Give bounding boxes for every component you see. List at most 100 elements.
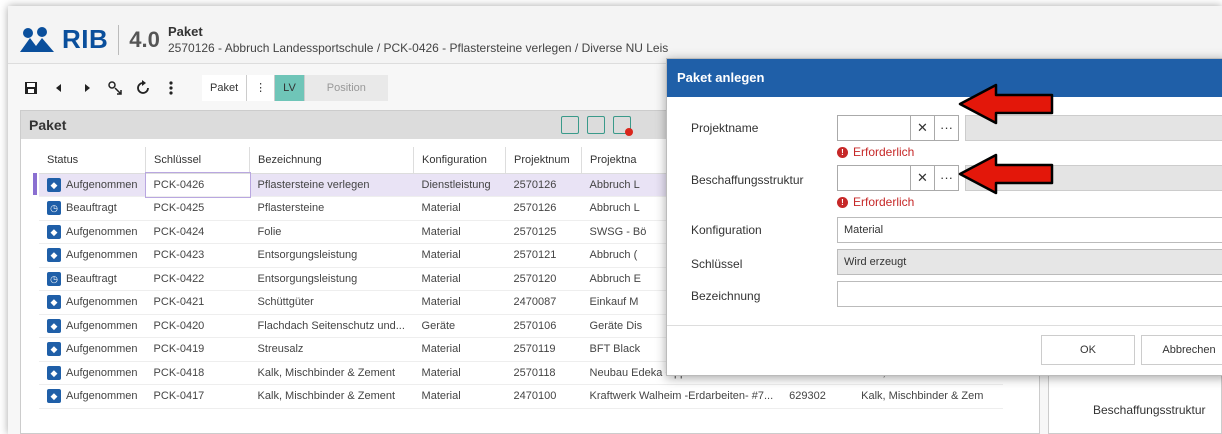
extra-1-cell[interactable]: 629302 — [781, 384, 854, 409]
previous-icon[interactable] — [48, 77, 70, 99]
key-cell[interactable]: PCK-0425 — [145, 196, 250, 221]
project-number-cell[interactable]: 2470100 — [505, 384, 582, 409]
status-text: Beauftragt — [66, 202, 117, 215]
description-cell[interactable]: Kalk, Mischbinder & Zement — [249, 361, 414, 385]
copy-record-icon[interactable] — [587, 116, 605, 134]
status-recorded-icon: ◆ — [47, 295, 61, 310]
project-number-cell[interactable]: 2570118 — [505, 361, 582, 385]
column-header-project-number[interactable]: Projektnum — [505, 147, 583, 174]
status-cell[interactable]: ◆ Aufgenommen — [39, 337, 146, 362]
description-cell[interactable]: Kalk, Mischbinder & Zement — [249, 384, 414, 409]
extra-2-cell[interactable]: Kalk, Mischbinder & Zem — [853, 384, 1004, 409]
status-wrapper: ◆ Aufgenommen — [47, 365, 138, 380]
status-cell[interactable]: ◆ Aufgenommen — [39, 243, 146, 268]
status-cell[interactable]: ◆ Aufgenommen — [39, 220, 146, 244]
rib-logo-icon — [20, 26, 54, 52]
description-cell[interactable]: Streusalz — [249, 337, 414, 362]
bezeichnung-input[interactable] — [837, 281, 1222, 307]
configuration-cell[interactable]: Material — [413, 290, 506, 315]
konfiguration-value: Material — [844, 224, 884, 236]
label-bezeichnung: Bezeichnung — [691, 289, 761, 303]
ok-button[interactable]: OK — [1041, 335, 1135, 365]
status-recorded-icon: ◆ — [47, 318, 61, 333]
column-header-description[interactable]: Bezeichnung — [249, 147, 415, 174]
configuration-cell[interactable]: Material — [413, 243, 506, 268]
key-cell[interactable]: PCK-0422 — [145, 267, 250, 291]
project-number-cell[interactable]: 2570119 — [505, 337, 582, 362]
configuration-cell[interactable]: Material — [413, 337, 506, 362]
tab-lv[interactable]: LV — [275, 75, 305, 101]
project-number-cell[interactable]: 2570120 — [505, 267, 582, 291]
project-number-cell[interactable]: 2570106 — [505, 314, 582, 338]
next-icon[interactable] — [76, 77, 98, 99]
projektname-lookup: ✕ ··· — [837, 115, 959, 141]
new-record-icon[interactable] — [561, 116, 579, 134]
status-cell[interactable]: ◆ Aufgenommen — [39, 314, 146, 338]
configuration-cell[interactable]: Material — [413, 196, 506, 221]
project-number-cell[interactable]: 2470087 — [505, 290, 582, 315]
structure-icon[interactable] — [104, 77, 126, 99]
key-cell[interactable]: PCK-0419 — [145, 337, 250, 362]
project-number-cell[interactable]: 2570126 — [505, 196, 582, 221]
tab-paket[interactable]: Paket — [202, 75, 248, 101]
project-number-cell[interactable]: 2570125 — [505, 220, 582, 244]
key-cell[interactable]: PCK-0417 — [145, 384, 250, 409]
configuration-cell[interactable]: Material — [413, 384, 506, 409]
project-number-cell[interactable]: 2570126 — [505, 173, 582, 197]
module-title: Paket — [168, 24, 203, 39]
configuration-cell[interactable]: Material — [413, 220, 506, 244]
description-cell[interactable]: Pflastersteine — [249, 196, 414, 221]
key-cell[interactable]: PCK-0418 — [145, 361, 250, 385]
version-label: 4.0 — [129, 26, 160, 52]
status-cell[interactable]: ◆ Aufgenommen — [39, 361, 146, 385]
project-name-cell[interactable]: Kraftwerk Walheim -Erdarbeiten- #7... — [581, 384, 782, 409]
column-header-key[interactable]: Schlüssel — [145, 147, 251, 174]
status-cell[interactable]: ◆ Aufgenommen — [39, 384, 146, 409]
status-text: Aufgenommen — [66, 390, 138, 403]
key-cell[interactable]: PCK-0426 — [144, 172, 251, 198]
status-text: Aufgenommen — [66, 225, 138, 238]
status-text: Aufgenommen — [66, 296, 138, 309]
tab-menu-icon[interactable]: ⋮ — [247, 75, 276, 101]
status-wrapper: ◷ Beauftragt — [47, 201, 138, 216]
tab-position[interactable]: Position — [304, 75, 388, 101]
configuration-cell[interactable]: Material — [413, 361, 506, 385]
beschaffungsstruktur-lookup: ✕ ··· — [837, 165, 959, 191]
status-cell[interactable]: ◆ Aufgenommen — [39, 173, 146, 197]
key-cell[interactable]: PCK-0424 — [145, 220, 250, 244]
description-cell[interactable]: Schüttgüter — [249, 290, 414, 315]
cancel-button[interactable]: Abbrechen — [1141, 335, 1222, 365]
description-cell[interactable]: Entsorgungsleistung — [249, 243, 414, 268]
refresh-icon[interactable] — [132, 77, 154, 99]
delete-record-icon[interactable] — [613, 116, 633, 136]
table-row[interactable]: ◆ Aufgenommen PCK-0417 Kalk, Mischbinder & … — [39, 384, 1004, 409]
project-number-cell[interactable]: 2570121 — [505, 243, 582, 268]
status-recorded-icon: ◆ — [47, 177, 61, 192]
dialog-title: Paket anlegen — [667, 59, 1222, 97]
projektname-clear-icon[interactable]: ✕ — [911, 115, 935, 141]
description-cell[interactable]: Flachdach Seitenschutz und... — [249, 314, 414, 338]
beschaffungsstruktur-clear-icon[interactable]: ✕ — [911, 165, 935, 191]
description-cell[interactable]: Entsorgungsleistung — [249, 267, 414, 291]
configuration-cell[interactable]: Material — [413, 267, 506, 291]
projektname-input[interactable] — [837, 115, 911, 141]
configuration-cell[interactable]: Dienstleistung — [413, 173, 506, 197]
key-cell[interactable]: PCK-0423 — [145, 243, 250, 268]
konfiguration-select[interactable]: Material ▾ — [837, 217, 1222, 243]
status-text: Beauftragt — [66, 272, 117, 285]
key-cell[interactable]: PCK-0421 — [145, 290, 250, 315]
status-cell[interactable]: ◷ Beauftragt — [39, 267, 146, 291]
status-recorded-icon: ◆ — [47, 224, 61, 239]
key-cell[interactable]: PCK-0420 — [145, 314, 250, 338]
status-cell[interactable]: ◷ Beauftragt — [39, 196, 146, 221]
configuration-cell[interactable]: Geräte — [413, 314, 506, 338]
status-commissioned-icon: ◷ — [47, 271, 61, 286]
status-cell[interactable]: ◆ Aufgenommen — [39, 290, 146, 315]
description-cell[interactable]: Folie — [249, 220, 414, 244]
column-header-status[interactable]: Status — [39, 147, 147, 174]
column-header-configuration[interactable]: Konfiguration — [413, 147, 507, 174]
more-vertical-icon[interactable] — [160, 77, 182, 99]
beschaffungsstruktur-input[interactable] — [837, 165, 911, 191]
save-icon[interactable] — [20, 77, 42, 99]
description-cell[interactable]: Pflastersteine verlegen — [249, 173, 414, 197]
